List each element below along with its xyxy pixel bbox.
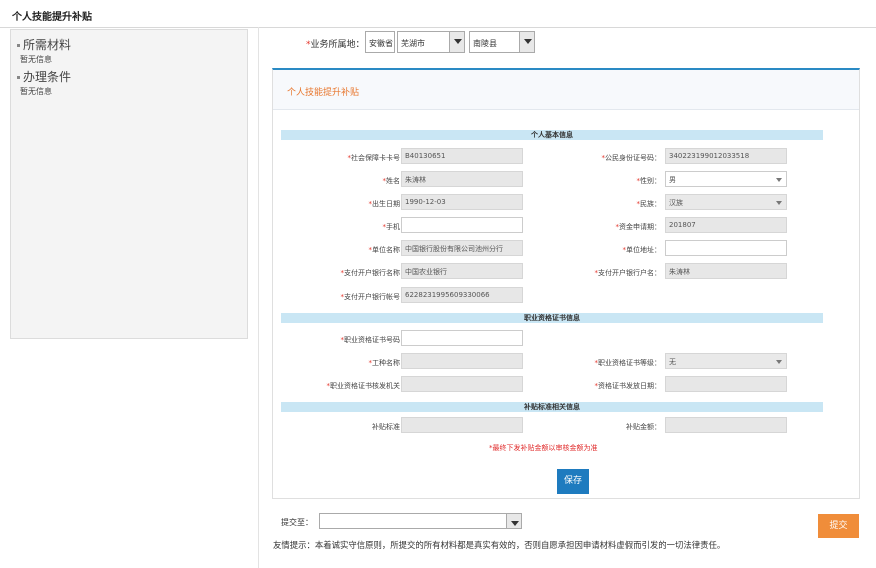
ethnicity-select[interactable]: 汉族	[665, 194, 787, 210]
section-subsidy-info: 补贴标准相关信息	[281, 402, 823, 412]
page-title: 个人技能提升补贴	[12, 12, 92, 23]
chevron-down-icon	[519, 32, 534, 52]
honesty-tip: 友情提示：本着诚实守信原则，所提交的所有材料都是真实有效的，否则自愿承担因申请材…	[273, 540, 726, 550]
cert-date-label: *资格证书发放日期：	[594, 382, 662, 390]
name-field[interactable]: 朱涛林	[401, 171, 523, 187]
bullet-icon	[17, 76, 20, 79]
location-label: *业务所属地：	[306, 40, 365, 50]
employer-field[interactable]: 中国银行股份有限公司池州分行	[401, 240, 523, 256]
form-panel: 个人技能提升补贴 个人基本信息 *社会保障卡卡号： B40130651 *公民身…	[272, 68, 860, 499]
chevron-down-icon	[506, 514, 521, 528]
cert-number-field[interactable]	[401, 330, 523, 346]
bullet-icon	[17, 44, 20, 47]
conditions-text: 暂无信息	[20, 87, 52, 96]
subsidy-amount-label: 补贴金额：	[626, 423, 661, 431]
id-number-field[interactable]: 340223199012033518	[665, 148, 787, 164]
cert-issuer-field[interactable]	[401, 376, 523, 392]
job-name-field[interactable]	[401, 353, 523, 369]
gender-select[interactable]: 男	[665, 171, 787, 187]
panel-title: 个人技能提升补贴	[287, 88, 360, 98]
bank-holder-field[interactable]: 朱涛林	[665, 263, 787, 279]
phone-field[interactable]	[401, 217, 523, 233]
city-select[interactable]: 芜湖市	[397, 31, 465, 53]
panel-header: 个人技能提升补贴	[273, 70, 859, 110]
cert-number-label: *职业资格证书号码：	[340, 336, 408, 344]
bank-account-field[interactable]: 6228231995609330066	[401, 287, 523, 303]
cert-date-field[interactable]	[665, 376, 787, 392]
cert-level-label: *职业资格证书等级：	[594, 359, 662, 367]
submit-button[interactable]: 提交	[818, 514, 859, 538]
section-cert-info: 职业资格证书信息	[281, 313, 823, 323]
ss-card-field[interactable]: B40130651	[401, 148, 523, 164]
employer-address-field[interactable]	[665, 240, 787, 256]
submit-to-select[interactable]	[319, 513, 522, 529]
section-basic-info: 个人基本信息	[281, 130, 823, 140]
fund-date-field[interactable]: 201807	[665, 217, 787, 233]
materials-text: 暂无信息	[20, 55, 52, 64]
county-select[interactable]: 南陵县	[469, 31, 535, 53]
submit-to-label: 提交至：	[281, 518, 313, 527]
bank-account-label: *支付开户银行帐号：	[340, 293, 408, 301]
gender-label: *性别：	[636, 177, 662, 185]
sidebar: 所需材料 暂无信息 办理条件 暂无信息	[10, 29, 248, 339]
id-number-label: *公民身份证号码：	[601, 154, 662, 162]
subsidy-standard-field[interactable]	[401, 417, 523, 433]
bank-holder-label: *支付开户银行户名：	[594, 269, 662, 277]
chevron-down-icon	[449, 32, 464, 52]
materials-heading: 所需材料	[17, 36, 71, 53]
bank-name-field[interactable]: 中国农业银行	[401, 263, 523, 279]
subsidy-amount-field[interactable]	[665, 417, 787, 433]
header-divider	[0, 27, 876, 28]
conditions-heading: 办理条件	[17, 68, 71, 85]
save-button[interactable]: 保存	[557, 469, 589, 494]
birth-date-field[interactable]: 1990-12-03	[401, 194, 523, 210]
employer-address-label: *单位地址：	[622, 246, 662, 254]
amount-note: *最终下发补贴金额以审核金额为准	[489, 444, 598, 452]
cert-level-select[interactable]: 无	[665, 353, 787, 369]
ethnicity-label: *民族：	[636, 200, 662, 208]
cert-issuer-label: *职业资格证书核发机关：	[326, 382, 408, 390]
column-divider	[258, 27, 259, 568]
ss-card-label: *社会保障卡卡号：	[347, 154, 408, 162]
bank-name-label: *支付开户银行名称：	[340, 269, 408, 277]
fund-date-label: *资金申请期：	[615, 223, 662, 231]
province-select[interactable]: 安徽省	[365, 31, 395, 53]
